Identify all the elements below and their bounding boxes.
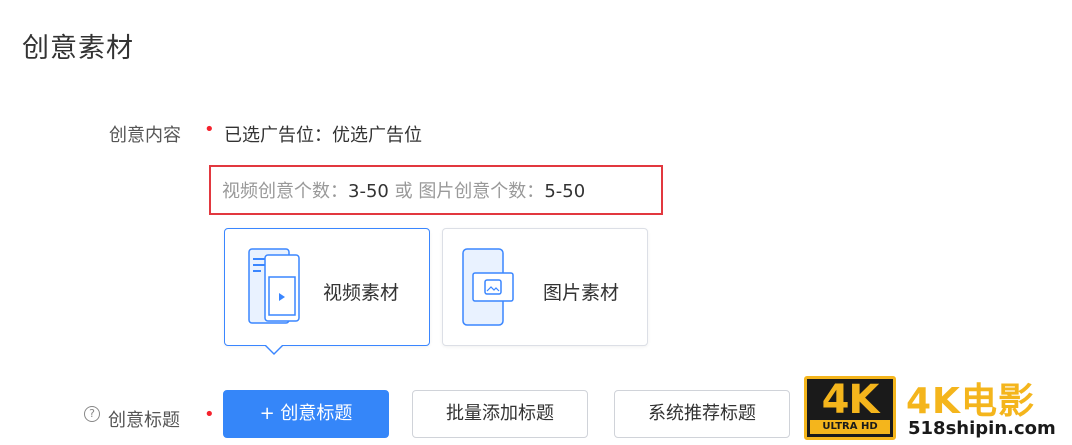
watermark-badge-text: 4K xyxy=(821,377,880,423)
video-count-range: 3-50 xyxy=(348,181,389,202)
card-pointer xyxy=(264,344,284,355)
image-count-label: 图片创意个数： xyxy=(418,181,545,202)
image-material-label: 图片素材 xyxy=(543,282,620,304)
batch-add-titles-button[interactable]: 批量添加标题 xyxy=(412,390,588,438)
page-title: 创意素材 xyxy=(22,33,134,64)
watermark: 4K ULTRA HD 4K电影 518shipin.com xyxy=(798,372,1072,445)
selected-placement-text: 已选广告位：优选广告位 xyxy=(224,125,422,146)
image-count-range: 5-50 xyxy=(544,181,586,202)
help-icon[interactable]: ? xyxy=(84,406,100,422)
watermark-badge: 4K ULTRA HD xyxy=(804,376,896,440)
image-material-card[interactable]: 图片素材 xyxy=(442,228,648,346)
or-text: 或 xyxy=(388,181,419,202)
video-material-card[interactable]: 视频素材 xyxy=(224,228,430,346)
title-label: 创意标题 xyxy=(108,410,180,431)
add-creative-title-button[interactable]: + 创意标题 xyxy=(223,390,389,438)
title-required-mark: • xyxy=(204,404,215,425)
video-count-label: 视频创意个数： xyxy=(222,181,348,202)
content-label: 创意内容 xyxy=(109,125,181,146)
watermark-site: 518shipin.com xyxy=(908,418,1056,439)
video-material-label: 视频素材 xyxy=(323,282,400,304)
watermark-title: 4K电影 xyxy=(906,381,1035,422)
image-material-icon xyxy=(462,248,514,326)
creative-count-hint: 视频创意个数：3-50 或 图片创意个数：5-50 xyxy=(222,177,585,203)
watermark-badge-sub: ULTRA HD xyxy=(810,420,890,434)
required-mark: • xyxy=(204,119,215,140)
system-recommend-titles-button[interactable]: 系统推荐标题 xyxy=(614,390,790,438)
video-material-icon xyxy=(248,248,300,324)
